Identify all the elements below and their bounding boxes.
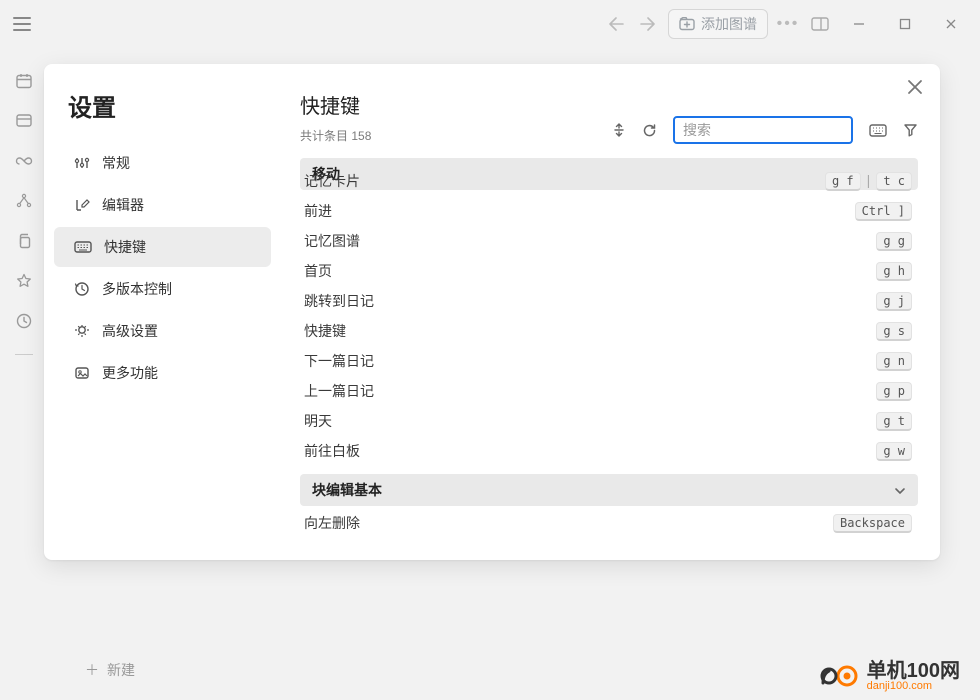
refresh-icon[interactable] — [642, 123, 657, 138]
shortcut-row[interactable]: 下一篇日记 g n — [300, 346, 918, 376]
shortcut-row[interactable]: 首页 g h — [300, 256, 918, 286]
shortcuts-panel: 快捷键 共计条目 158 — [282, 64, 940, 560]
collapse-icon[interactable] — [612, 123, 626, 137]
nav-label: 更多功能 — [102, 363, 158, 383]
layout-icon[interactable] — [808, 12, 832, 36]
new-button[interactable]: ＋ 新建 — [85, 660, 135, 680]
search-input[interactable] — [673, 116, 853, 144]
nav-label: 多版本控制 — [102, 279, 172, 299]
shortcut-row[interactable]: 上一篇日记 g p — [300, 376, 918, 406]
shortcut-key: g p — [876, 382, 912, 401]
nav-label: 高级设置 — [102, 321, 158, 341]
shortcut-label: 前进 — [304, 201, 332, 221]
filter-icon[interactable] — [903, 123, 918, 138]
window-close-button[interactable] — [932, 10, 970, 38]
shortcut-label: 明天 — [304, 411, 332, 431]
nav-editor[interactable]: 编辑器 — [54, 185, 271, 225]
shortcut-row[interactable]: 快捷键 g s — [300, 316, 918, 346]
shortcut-label: 下一篇日记 — [304, 351, 374, 371]
nav-label: 快捷键 — [104, 237, 146, 257]
window-maximize-button[interactable] — [886, 10, 924, 38]
infinity-icon[interactable] — [14, 152, 34, 170]
nav-label: 编辑器 — [102, 195, 144, 215]
shortcut-row[interactable]: 记忆图谱 g g — [300, 226, 918, 256]
shortcut-key: g t — [876, 412, 912, 431]
settings-nav: 设置 常规 编辑器 快捷键 多版本控制 高级设置 更多功能 — [44, 64, 282, 560]
watermark-url: danji100.com — [867, 680, 960, 692]
shortcut-key: g h — [876, 262, 912, 281]
window-minimize-button[interactable] — [840, 10, 878, 38]
shortcut-row[interactable]: 前进 Ctrl ] — [300, 196, 918, 226]
section-title: 块编辑基本 — [312, 480, 382, 500]
settings-title: 设置 — [44, 88, 281, 141]
nav-forward-icon[interactable] — [636, 12, 660, 36]
star-icon[interactable] — [14, 272, 34, 290]
copy-icon[interactable] — [14, 232, 34, 250]
shortcut-key: g s — [876, 322, 912, 341]
shortcut-key: g g — [876, 232, 912, 251]
shortcut-label: 跳转到日记 — [304, 291, 374, 311]
nav-back-icon[interactable] — [604, 12, 628, 36]
graph-icon[interactable] — [14, 192, 34, 210]
settings-modal: 设置 常规 编辑器 快捷键 多版本控制 高级设置 更多功能 快捷键 — [44, 64, 940, 560]
plus-icon: ＋ — [85, 660, 99, 680]
rail-divider — [15, 354, 33, 355]
shortcut-label: 首页 — [304, 261, 332, 281]
shortcut-row[interactable]: 向左删除 Backspace — [300, 508, 918, 538]
new-label: 新建 — [107, 660, 135, 680]
left-rail — [0, 48, 48, 700]
browser-icon[interactable] — [14, 112, 34, 130]
watermark-logo-icon — [819, 661, 859, 691]
shortcut-label: 前往白板 — [304, 441, 360, 461]
shortcuts-list: 移动 记忆卡片 g f|t c 前进 Ctrl ] 记忆图谱 g g — [300, 158, 918, 560]
shortcut-key: Backspace — [833, 514, 912, 533]
shortcut-row[interactable]: 跳转到日记 g j — [300, 286, 918, 316]
shortcut-key: g f — [825, 172, 861, 191]
shortcut-label: 记忆卡片 — [304, 171, 360, 191]
titlebar: 添加图谱 ••• — [0, 0, 980, 48]
watermark-text: 单机100网 — [867, 660, 960, 682]
clock-icon[interactable] — [14, 312, 34, 330]
shortcut-key: Ctrl ] — [855, 202, 912, 221]
calendar-icon[interactable] — [14, 72, 34, 90]
shortcut-key: g j — [876, 292, 912, 311]
shortcut-key: t c — [876, 172, 912, 191]
watermark: 单机100网 danji100.com — [819, 660, 960, 692]
shortcut-row[interactable]: 记忆卡片 g f|t c — [300, 166, 918, 196]
keyboard-icon[interactable] — [869, 124, 887, 137]
shortcut-row[interactable]: 前往白板 g w — [300, 436, 918, 466]
chevron-down-icon — [894, 482, 906, 498]
nav-versioning[interactable]: 多版本控制 — [54, 269, 271, 309]
shortcut-label: 向左删除 — [304, 513, 360, 533]
hamburger-icon[interactable] — [10, 12, 34, 36]
nav-shortcuts[interactable]: 快捷键 — [54, 227, 271, 267]
nav-general[interactable]: 常规 — [54, 143, 271, 183]
section-header[interactable]: 块编辑基本 — [300, 474, 918, 506]
shortcut-key: g w — [876, 442, 912, 461]
nav-more[interactable]: 更多功能 — [54, 353, 271, 393]
add-graph-button[interactable]: 添加图谱 — [668, 9, 768, 39]
shortcut-label: 记忆图谱 — [304, 231, 360, 251]
shortcut-row[interactable]: 明天 g t — [300, 406, 918, 436]
shortcut-label: 快捷键 — [304, 321, 346, 341]
shortcut-key: g n — [876, 352, 912, 371]
shortcut-label: 上一篇日记 — [304, 381, 374, 401]
nav-label: 常规 — [102, 153, 130, 173]
nav-advanced[interactable]: 高级设置 — [54, 311, 271, 351]
add-graph-label: 添加图谱 — [701, 14, 757, 34]
panel-subtitle: 共计条目 158 — [300, 127, 371, 144]
panel-title: 快捷键 — [300, 90, 371, 119]
more-icon[interactable]: ••• — [776, 12, 800, 36]
